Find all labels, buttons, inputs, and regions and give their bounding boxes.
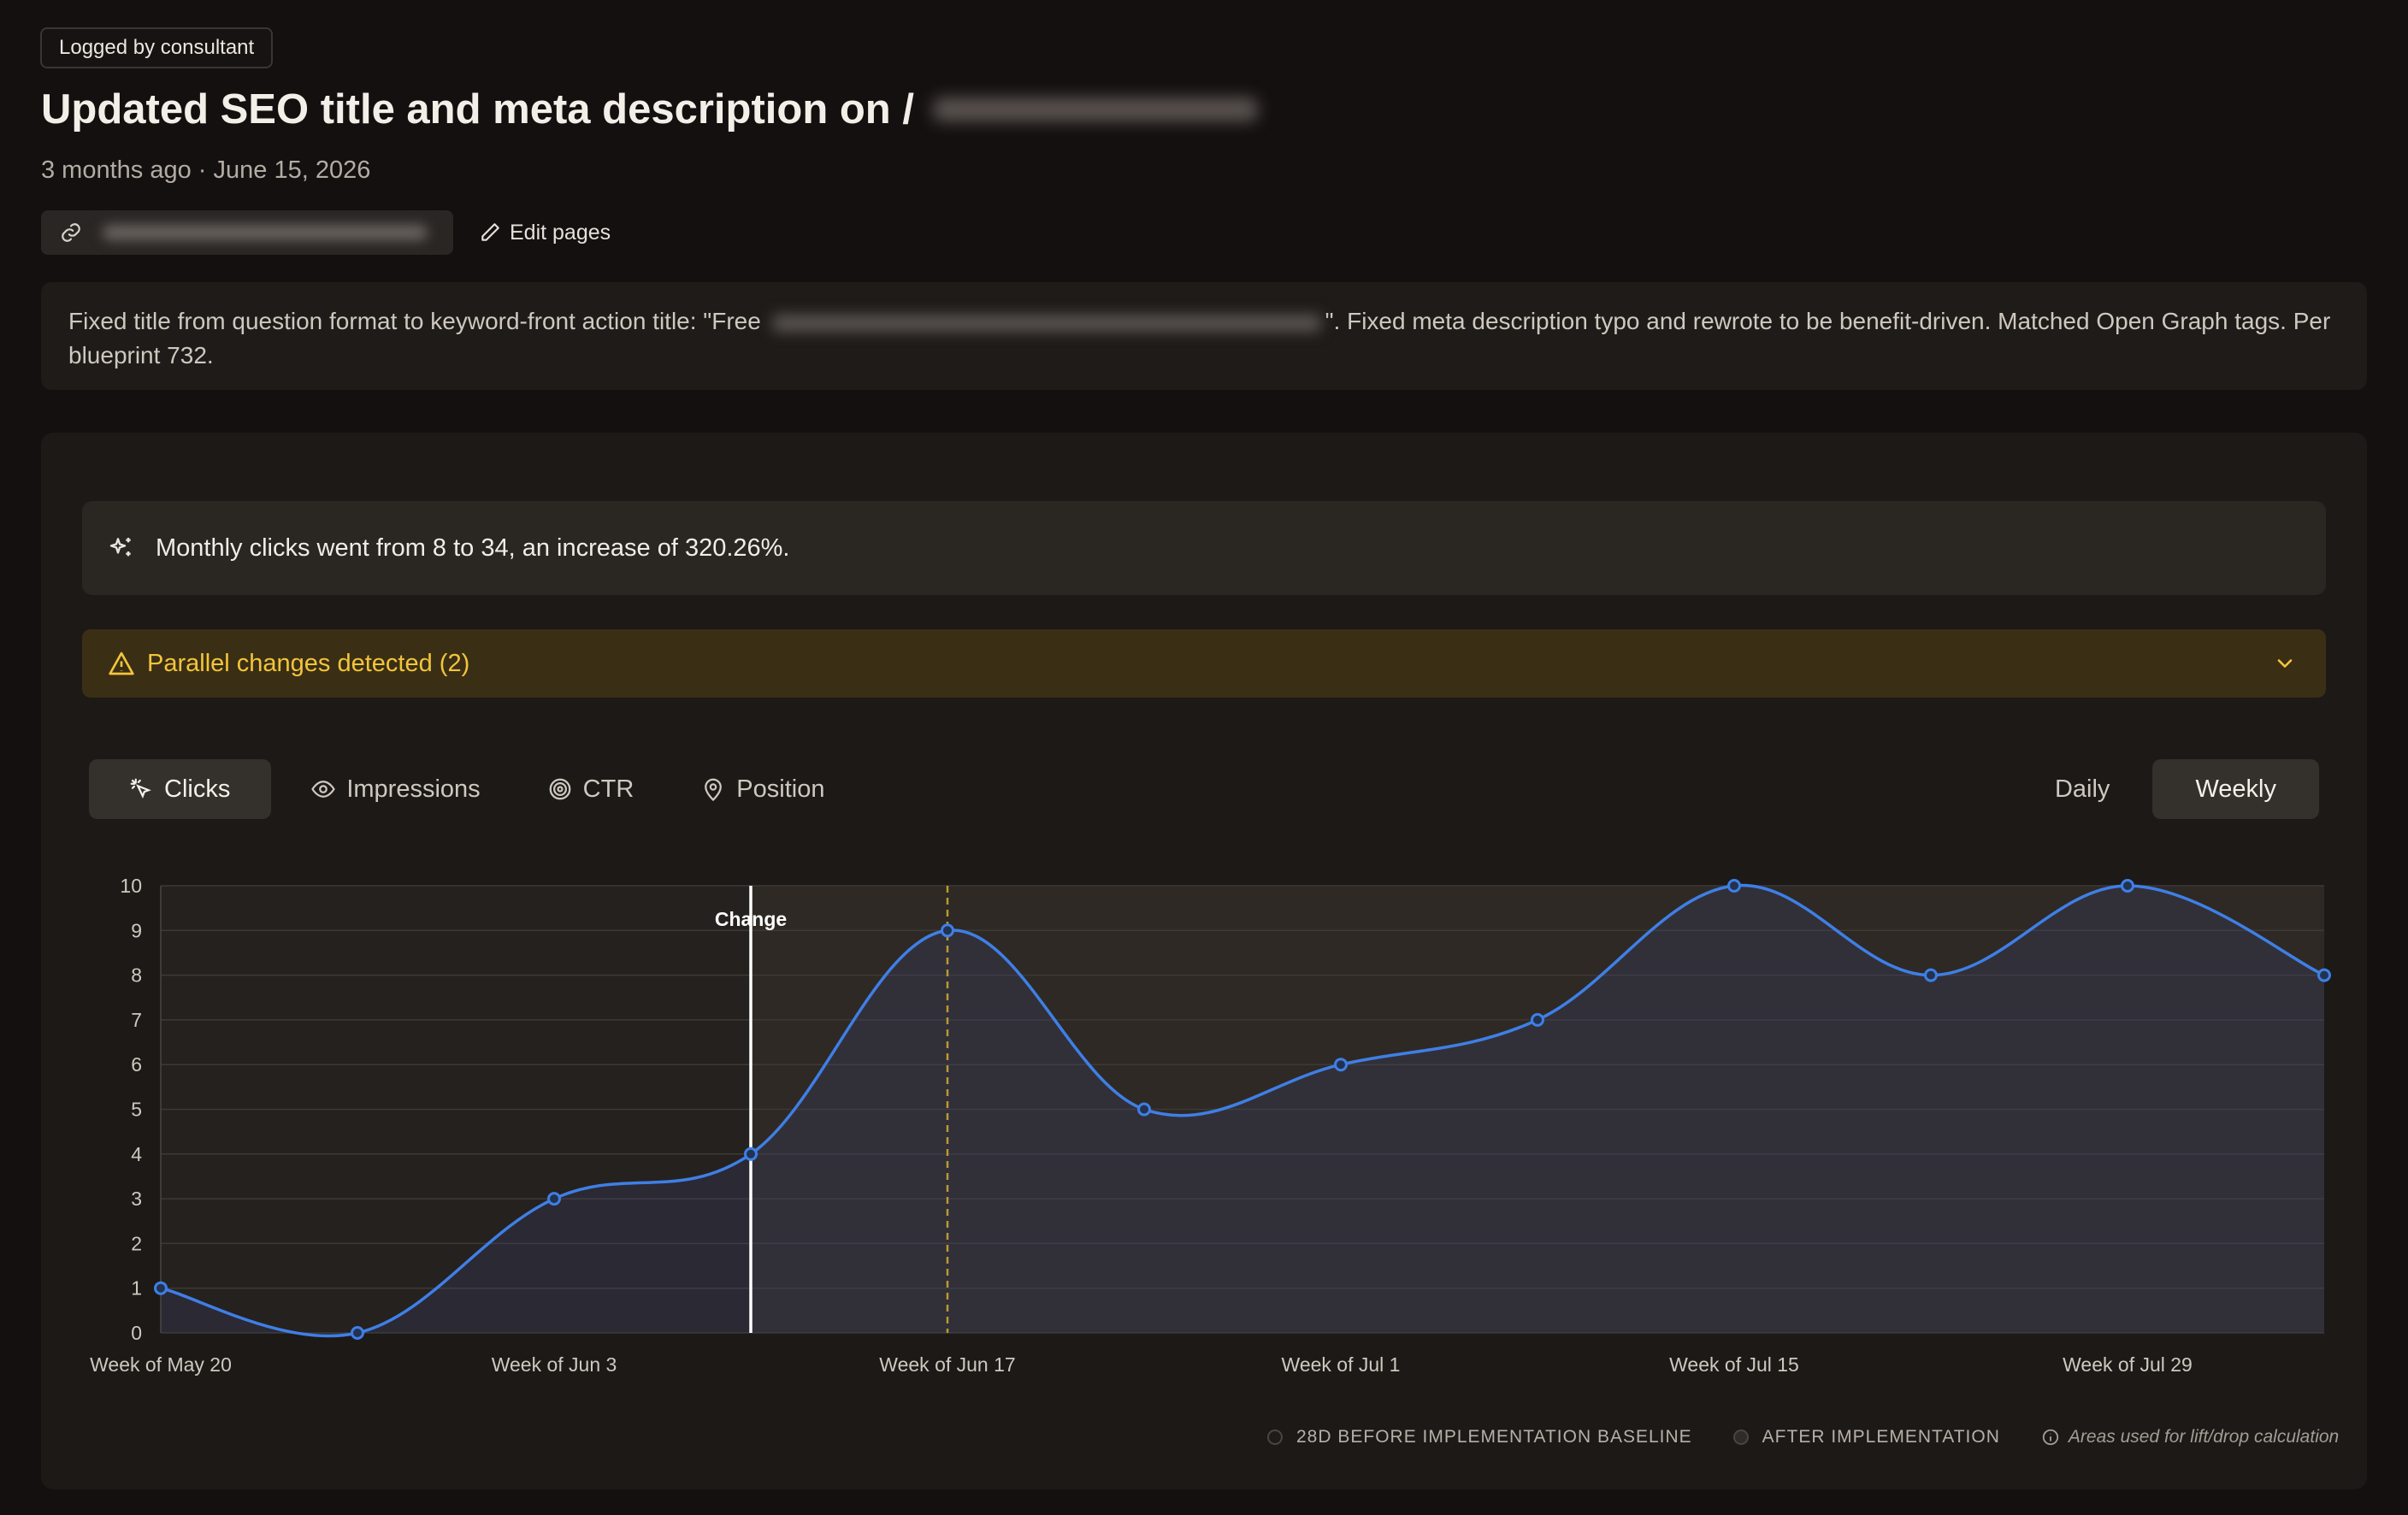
legend-after[interactable]: AFTER IMPLEMENTATION [1732,1427,2000,1447]
x-tick-label: Week of Jun 3 [492,1353,617,1376]
data-point [547,1192,561,1206]
data-point [2121,879,2134,893]
x-tick-label: Week of May 20 [90,1353,232,1376]
legend-before[interactable]: 28D BEFORE IMPLEMENTATION BASELINE [1267,1427,1692,1447]
y-tick-label: 6 [131,1053,142,1076]
data-point [744,1147,758,1161]
legend-note-text: Areas used for lift/drop calculation [2068,1427,2340,1447]
y-tick-label: 9 [131,919,142,941]
legend-note: Areas used for lift/drop calculation [2041,1427,2339,1447]
legend-before-swatch [1267,1430,1283,1445]
x-tick-label: Week of Jul 29 [2063,1353,2193,1376]
data-point [1137,1102,1151,1117]
data-point [1727,879,1741,893]
clicks-chart: 0 1 2 3 4 5 6 7 8 9 10 Change Week of May 20 Week of … [90,875,2331,1376]
y-tick-label: 7 [131,1009,142,1031]
y-tick-label: 1 [131,1277,142,1300]
y-tick-label: 2 [131,1232,142,1254]
legend-before-label: 28D BEFORE IMPLEMENTATION BASELINE [1296,1427,1692,1447]
y-tick-label: 3 [131,1188,142,1210]
data-point [351,1326,364,1340]
data-point [1924,968,1938,982]
data-point [941,923,954,938]
data-point [1334,1058,1348,1072]
legend-after-label: AFTER IMPLEMENTATION [1762,1427,2000,1447]
y-tick-label: 4 [131,1143,142,1165]
y-tick-label: 10 [120,875,142,897]
data-point [154,1281,168,1295]
x-tick-label: Week of Jul 15 [1669,1353,1799,1376]
y-tick-label: 0 [131,1322,142,1344]
legend-after-swatch [1732,1430,1749,1445]
data-point [1531,1012,1544,1027]
chart-legend: 28D BEFORE IMPLEMENTATION BASELINE AFTER… [1267,1424,2339,1450]
x-tick-label: Week of Jul 1 [1282,1353,1401,1376]
y-tick-label: 8 [131,964,142,987]
info-icon [2042,1429,2059,1446]
x-tick-label: Week of Jun 17 [879,1353,1015,1376]
y-tick-label: 5 [131,1099,142,1121]
data-point [2317,968,2331,982]
change-label: Change [715,908,787,930]
